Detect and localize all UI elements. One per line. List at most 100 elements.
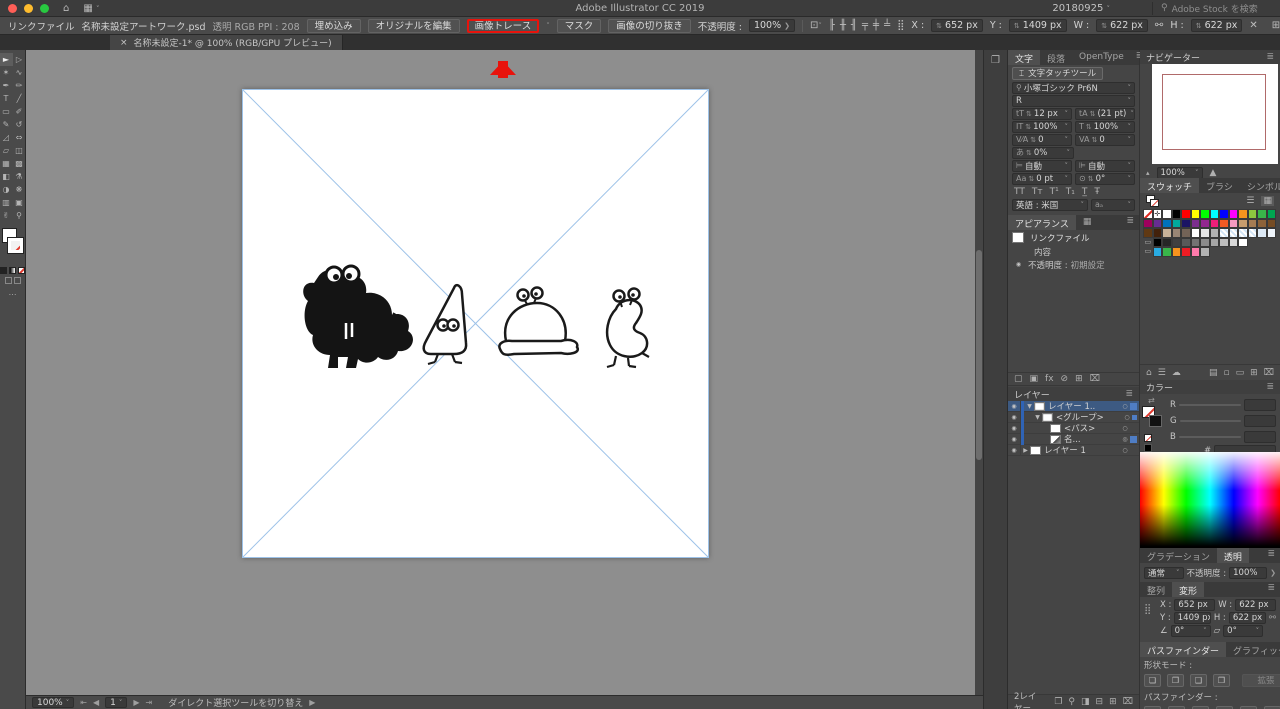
tab-graphic-styles[interactable]: グラフィックスタイル: [1226, 642, 1280, 657]
pencil-tool[interactable]: ✎: [0, 118, 13, 131]
tsume-field[interactable]: あ⇅0%˅: [1012, 147, 1074, 159]
intersect-button[interactable]: ❑: [1190, 674, 1207, 687]
h-field[interactable]: ⇅622 px: [1191, 19, 1243, 32]
baseline-shift-field[interactable]: Aa⇅0 pt˅: [1012, 173, 1072, 185]
paintbrush-tool[interactable]: ✐: [13, 105, 26, 118]
mini-fill-stroke[interactable]: [1146, 195, 1160, 207]
eye-icon[interactable]: ◉: [1008, 412, 1021, 423]
width-tool[interactable]: ⇔: [13, 131, 26, 144]
type-tool[interactable]: T: [0, 92, 13, 105]
eye-icon[interactable]: ◉: [1008, 445, 1021, 456]
effect-icon[interactable]: fx: [1045, 374, 1054, 384]
swatch[interactable]: [1248, 228, 1258, 238]
underline-icon[interactable]: T̲: [1082, 187, 1088, 197]
crop-image-button[interactable]: 画像の切り抜き: [608, 19, 691, 33]
target-circle-icon[interactable]: ○: [1122, 414, 1132, 421]
magic-wand-tool[interactable]: ✶: [0, 66, 13, 79]
tab-appearance-extra-icon[interactable]: ▦: [1076, 215, 1099, 230]
blend-tool[interactable]: ◑: [0, 183, 13, 196]
vertical-scale-field[interactable]: IT⇅100%˅: [1012, 121, 1072, 133]
appearance-opacity-value[interactable]: 初期設定: [1071, 259, 1105, 271]
swatch[interactable]: [1191, 247, 1201, 257]
clear-appearance-icon[interactable]: ⊘: [1061, 374, 1069, 384]
visibility-eye-icon[interactable]: ◉: [1012, 259, 1025, 270]
appearance-opacity-label[interactable]: 不透明度 :: [1028, 259, 1068, 271]
mesh-tool[interactable]: ▩: [13, 157, 26, 170]
align-vcenter-icon[interactable]: ╪: [873, 20, 879, 31]
swatch[interactable]: [1181, 228, 1191, 238]
panel-menu-icon[interactable]: ≣: [1125, 389, 1133, 399]
list-view-icon[interactable]: ☰: [1246, 196, 1254, 206]
edit-toolbar-button[interactable]: ⋯: [0, 290, 25, 299]
lasso-tool[interactable]: ∿: [13, 66, 26, 79]
tab-opentype[interactable]: OpenType: [1072, 50, 1131, 65]
align-left-icon[interactable]: ╟: [829, 20, 835, 31]
all-caps-icon[interactable]: TT: [1014, 187, 1025, 197]
curvature-tool[interactable]: ✏: [13, 79, 26, 92]
vertical-scrollbar[interactable]: [975, 50, 983, 695]
eye-icon[interactable]: ◉: [1008, 423, 1021, 434]
stock-search-input[interactable]: ⚲ Adobe Stock を検索: [1152, 2, 1272, 15]
swatch[interactable]: [1153, 228, 1163, 238]
status-play-icon[interactable]: ▶: [309, 698, 315, 707]
swatch[interactable]: [1238, 238, 1248, 248]
new-fill-icon[interactable]: ▣: [1030, 374, 1039, 384]
navigator-preview[interactable]: [1152, 64, 1278, 164]
channel-r-value[interactable]: [1244, 399, 1276, 411]
crop-button[interactable]: ▩: [1216, 706, 1233, 709]
transform-h-field[interactable]: 622 px: [1229, 612, 1266, 624]
constrain-proportions-icon[interactable]: ⚯: [1269, 613, 1276, 623]
delete-layer-icon[interactable]: ⌧: [1123, 697, 1133, 707]
tab-symbols[interactable]: シンボル: [1240, 178, 1280, 193]
artboard-nav-field[interactable]: 1 ˅: [105, 697, 127, 708]
swatch[interactable]: [1210, 238, 1220, 248]
font-style-select[interactable]: R˅: [1012, 95, 1135, 107]
channel-g-slider[interactable]: [1180, 420, 1241, 422]
reference-point-icon[interactable]: ⣿: [897, 20, 904, 31]
channel-g-value[interactable]: [1244, 415, 1276, 427]
appearance-row-link[interactable]: リンクファイル: [1030, 232, 1090, 244]
swatch[interactable]: [1257, 209, 1267, 219]
mask-button[interactable]: マスク: [557, 19, 602, 33]
expand-button[interactable]: 拡張: [1242, 674, 1280, 687]
artboard[interactable]: [242, 89, 709, 558]
new-layer-icon[interactable]: ⊞: [1109, 697, 1117, 707]
swatch[interactable]: [1200, 209, 1210, 219]
sync-cloud-icon[interactable]: ☁: [1172, 368, 1181, 378]
font-size-field[interactable]: tT⇅12 px˅: [1012, 108, 1072, 120]
arrange-icon[interactable]: ⊞: [1272, 20, 1280, 31]
swatch-libraries-icon[interactable]: ⌂: [1146, 368, 1152, 378]
expand-twist-icon[interactable]: ▶: [1021, 447, 1030, 454]
eye-icon[interactable]: ◉: [1008, 401, 1021, 412]
symbol-sprayer-tool[interactable]: ❋: [13, 183, 26, 196]
expand-twist-icon[interactable]: ▼: [1033, 414, 1042, 421]
new-color-group-icon[interactable]: ▭: [1236, 368, 1245, 378]
subscript-icon[interactable]: T₁: [1066, 187, 1075, 197]
navigator-viewbox[interactable]: [1162, 74, 1266, 150]
eye-icon[interactable]: ◉: [1008, 434, 1021, 445]
swatch[interactable]: [1143, 228, 1153, 238]
selection-indicator[interactable]: [1130, 403, 1137, 410]
clipping-mask-icon[interactable]: ◨: [1081, 697, 1090, 707]
swatch[interactable]: [1162, 238, 1172, 248]
tab-character[interactable]: 文字: [1008, 50, 1040, 65]
new-stroke-icon[interactable]: ▢: [1014, 374, 1023, 384]
rectangle-tool[interactable]: ▭: [0, 105, 13, 118]
duplicate-icon[interactable]: ⊞: [1075, 374, 1083, 384]
swatch[interactable]: [1162, 209, 1172, 219]
swatch[interactable]: [1181, 219, 1191, 229]
swatch[interactable]: [1248, 209, 1258, 219]
color-spectrum[interactable]: [1140, 452, 1280, 548]
locate-object-icon[interactable]: ⚲: [1068, 697, 1075, 707]
zoom-level-field[interactable]: 100% ˅: [32, 697, 74, 708]
aki-left-select[interactable]: ⊨自動˅: [1012, 160, 1072, 172]
first-artboard-icon[interactable]: ⇤: [80, 698, 87, 707]
zoom-tool[interactable]: ⚲: [13, 209, 26, 222]
last-artboard-icon[interactable]: ⇥: [145, 698, 152, 707]
selection-indicator[interactable]: [1130, 447, 1137, 454]
kerning-field[interactable]: V⁄A⇅0˅: [1012, 134, 1072, 146]
image-trace-button[interactable]: 画像トレース: [467, 19, 540, 33]
x-field[interactable]: ⇅652 px: [931, 19, 983, 32]
y-field[interactable]: ⇅1409 px: [1009, 19, 1067, 32]
snap-glyph-select[interactable]: aₐ˅: [1091, 199, 1135, 211]
